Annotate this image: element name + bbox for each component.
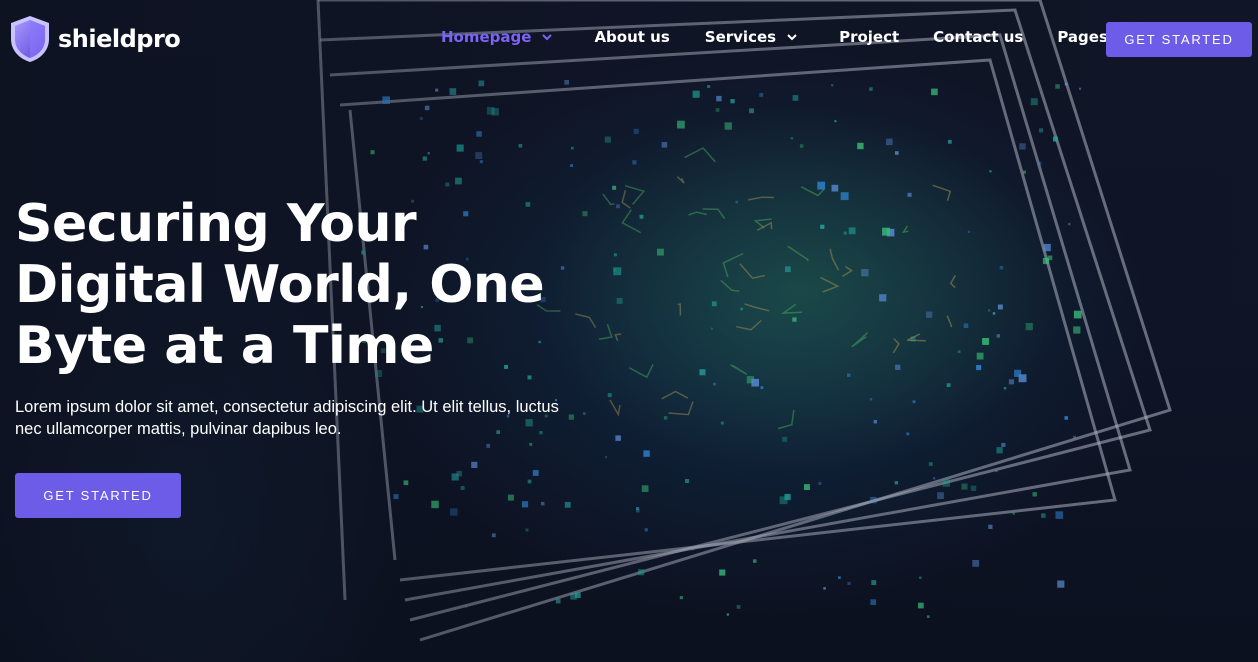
chevron-down-icon [542,33,553,40]
hero-title-line: Byte at a Time [15,316,434,376]
hero-description: Lorem ipsum dolor sit amet, consectetur … [15,396,605,440]
nav-item-about-us[interactable]: About us [594,28,669,46]
hero-title-line: Securing Your [15,194,417,254]
main-nav: Homepage About us Services Project Conta… [441,28,1129,46]
hero-title-line: Digital World, One [15,255,545,315]
nav-item-label: Services [704,28,777,46]
nav-item-label: Project [839,28,900,46]
brand-logo[interactable]: shieldpro [8,14,181,64]
nav-item-services[interactable]: Services [705,28,797,46]
nav-item-project[interactable]: Project [839,28,899,46]
hero-description-line: Lorem ipsum dolor sit amet, consectetur … [15,398,559,416]
nav-item-homepage[interactable]: Homepage [441,28,553,46]
nav-item-label: Pages [1057,28,1108,46]
hero-description-line: nec ullamcorper mattis, pulvinar dapibus… [15,420,342,438]
brand-name: shieldpro [58,25,181,53]
top-navbar: shieldpro Homepage About us Services Pro… [0,0,1258,78]
nav-item-label: About us [594,28,670,46]
nav-item-label: Homepage [441,28,532,46]
hero-title: Securing Your Digital World, One Byte at… [15,194,575,377]
shield-icon [11,16,49,62]
nav-get-started-button[interactable]: GET STARTED [1106,22,1252,57]
nav-item-contact-us[interactable]: Contact us [933,28,1023,46]
nav-item-label: Contact us [933,28,1024,46]
hero-get-started-button[interactable]: GET STARTED [15,473,181,518]
chevron-down-icon [787,33,797,40]
